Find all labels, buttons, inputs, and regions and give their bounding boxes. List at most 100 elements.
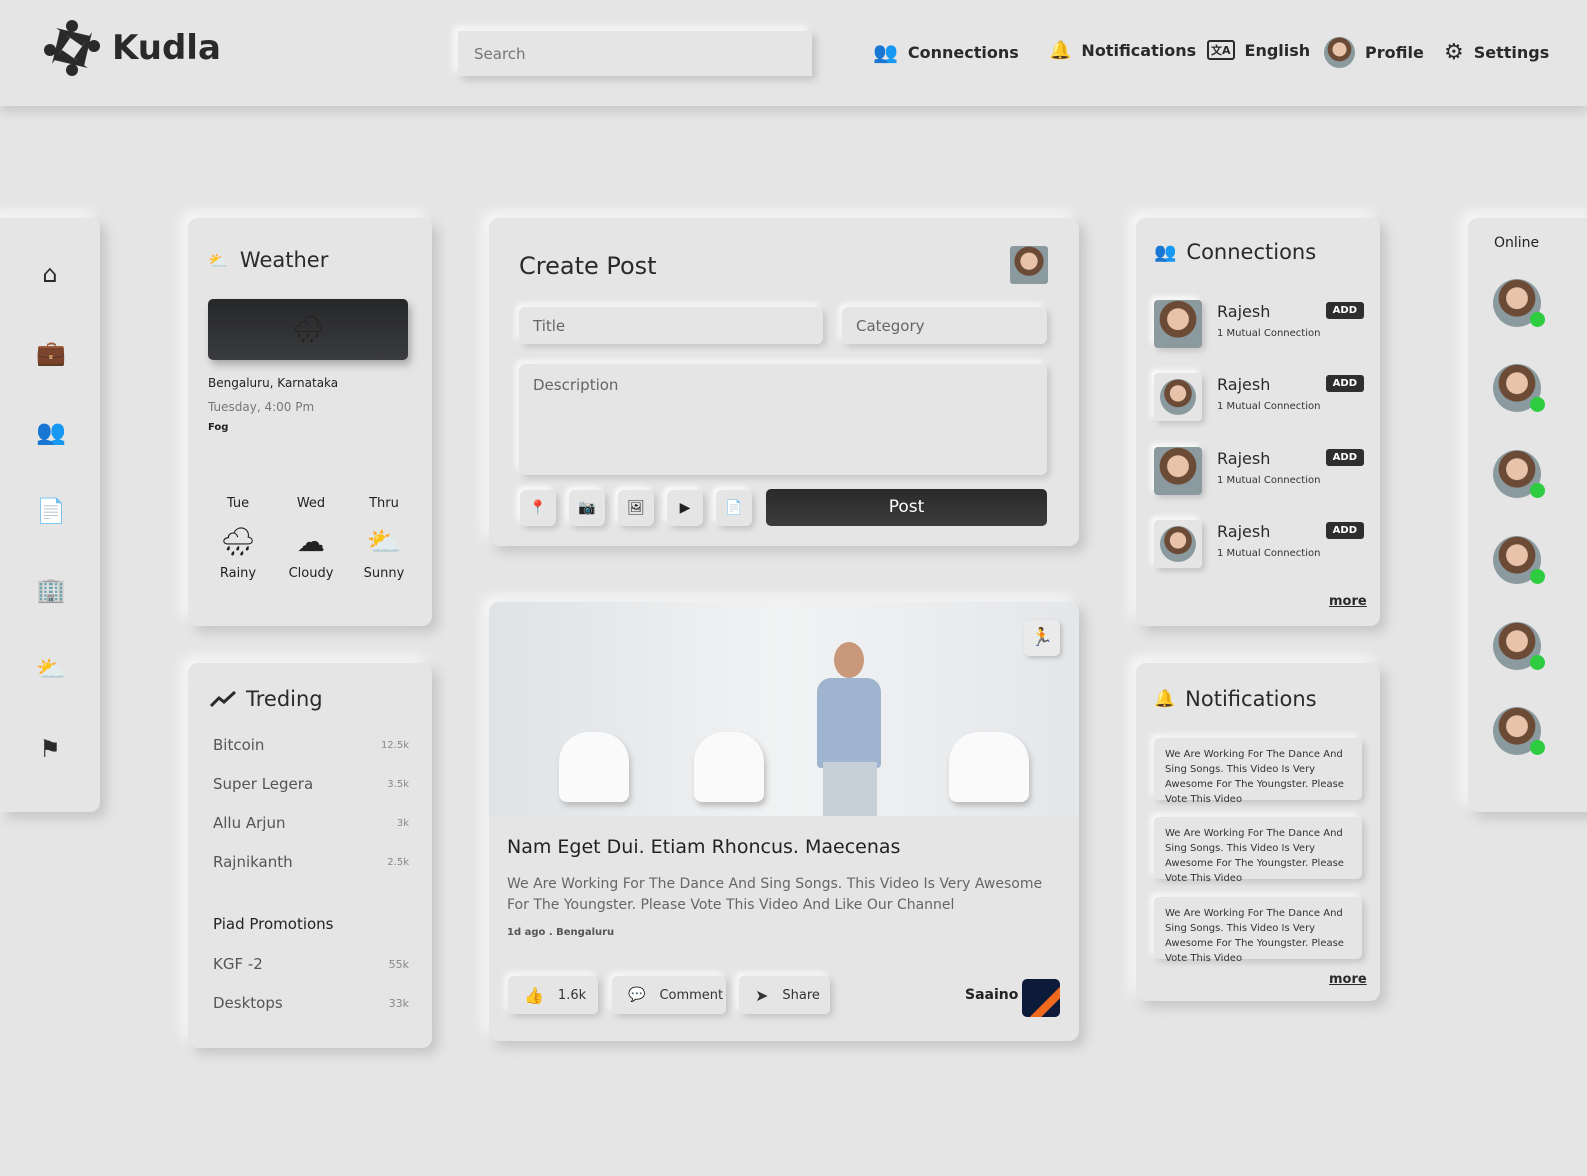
nav-connections[interactable]: 👥 Connections [873,40,1019,64]
connection-name[interactable]: Rajesh [1217,449,1270,468]
trending-item[interactable]: Bitcoin 12.5k [213,736,409,754]
mutual-count: 1 Mutual Connection [1217,548,1321,559]
documents-icon[interactable]: 📄 [36,497,66,525]
category-input[interactable]: Category [842,307,1047,344]
nav-label: Connections [907,42,1019,62]
day-label: Tue [226,496,250,511]
building-icon[interactable]: 🏢 [36,576,66,604]
item-name: Allu Arjun [213,814,286,832]
kudla-logo-icon [44,20,100,76]
chair-shape [694,732,764,802]
day-label: Wed [296,496,326,511]
item-count: 3k [396,817,409,829]
post-meta: 1d ago . Bengaluru [507,927,615,938]
brand-logo[interactable]: Kudla [42,18,221,78]
bell-icon: 🔔 [1049,40,1072,61]
connections-more-link[interactable]: more [1329,594,1367,609]
online-title: Online [1494,235,1540,251]
item-name: Super Legera [213,775,314,793]
comment-button[interactable]: 💬 Comment [612,976,726,1014]
connection-item: Rajesh 1 Mutual Connection ADD [1154,520,1364,580]
activity-icon[interactable]: 🏃 [1024,620,1060,656]
post-body: We Are Working For The Dance And Sing So… [507,876,1043,913]
online-user[interactable] [1493,707,1545,755]
add-button[interactable]: ADD [1325,449,1364,466]
translate-icon: 文A [1207,40,1235,60]
forecast-label: Cloudy [288,566,334,581]
brand-name: Kudla [112,28,221,68]
notification-item[interactable]: We Are Working For The Dance And Sing So… [1154,817,1362,884]
notification-item[interactable]: We Are Working For The Dance And Sing So… [1154,897,1362,964]
users-icon: 👥 [873,40,898,64]
rain-cloud-icon: 🌧 [291,314,325,345]
location-icon[interactable]: 📍 [520,490,556,526]
connection-name[interactable]: Rajesh [1217,375,1270,394]
camera-icon[interactable]: 📷 [569,490,605,526]
share-button[interactable]: ➤ Share [739,976,830,1014]
nav-settings[interactable]: ⚙ Settings [1444,40,1549,65]
weather-location: Bengaluru, Karnataka [208,376,339,390]
nav-label: Profile [1365,43,1424,62]
promotion-item[interactable]: KGF -2 55k [213,955,409,973]
connection-item: Rajesh 1 Mutual Connection ADD [1154,447,1364,507]
nav-language[interactable]: 文A English [1207,40,1310,60]
users-icon[interactable]: 👥 [36,418,66,446]
gear-icon: ⚙ [1444,40,1464,65]
online-user[interactable] [1493,279,1545,327]
weather-icon[interactable]: ⛅ [36,655,66,683]
like-button[interactable]: 👍 1.6k [508,976,598,1014]
add-button[interactable]: ADD [1325,302,1364,319]
trending-item[interactable]: Rajnikanth 2.5k [213,853,409,871]
nav-profile[interactable]: Profile [1324,37,1424,68]
trending-item[interactable]: Allu Arjun 3k [213,814,409,832]
item-name: Bitcoin [213,736,265,754]
item-name: Rajnikanth [213,853,293,871]
online-user[interactable] [1493,364,1545,412]
thumbs-up-icon: 👍 [524,985,544,1005]
post-image[interactable]: 🏃 [489,602,1079,816]
weather-title: Weather [239,248,329,272]
item-count: 3.5k [387,778,409,790]
connection-avatar[interactable] [1154,447,1202,495]
forecast-label: Rainy [219,566,257,581]
briefcase-icon[interactable]: 💼 [36,339,66,367]
trending-up-icon [210,690,236,708]
title-input[interactable]: Title [519,307,823,344]
user-avatar [1010,246,1048,284]
channel-logo[interactable] [1022,979,1060,1017]
nav-notifications[interactable]: 🔔 Notifications [1049,40,1196,61]
search-input[interactable] [458,31,812,76]
top-header: Kudla 👥 Connections 🔔 Notifications 文A Engl… [0,0,1587,106]
video-icon[interactable]: ▶ [667,490,703,526]
connection-avatar[interactable] [1154,373,1202,421]
online-user[interactable] [1493,622,1545,670]
post-button[interactable]: Post [766,489,1047,526]
notification-item[interactable]: We Are Working For The Dance And Sing So… [1154,738,1362,805]
online-status-dot [1530,655,1545,670]
online-status-dot [1530,740,1545,755]
image-icon[interactable]: 🖼 [618,490,654,526]
connection-avatar[interactable] [1154,300,1202,348]
add-button[interactable]: ADD [1325,522,1364,539]
weather-datetime: Tuesday, 4:00 Pm [208,400,315,414]
post-author: Saaino [965,987,1019,1003]
connection-avatar[interactable] [1154,520,1202,568]
comment-icon: 💬 [628,987,646,1003]
online-status-dot [1530,397,1545,412]
online-user[interactable] [1493,536,1545,584]
trending-item[interactable]: Super Legera 3.5k [213,775,409,793]
left-sidebar: ⌂ 💼 👥 📄 🏢 ⛅ ⚑ [0,218,100,812]
document-icon[interactable]: 📄 [716,490,752,526]
create-post-title: Create Post [519,252,657,280]
home-icon[interactable]: ⌂ [36,260,64,288]
connection-name[interactable]: Rajesh [1217,302,1270,321]
forecast-day: Tue 🌧 Rainy [206,496,270,581]
promotion-item[interactable]: Desktops 33k [213,994,409,1012]
flag-icon[interactable]: ⚑ [36,735,64,763]
add-button[interactable]: ADD [1325,375,1364,392]
online-user[interactable] [1493,450,1545,498]
connection-name[interactable]: Rajesh [1217,522,1270,541]
current-weather-panel: 🌧 [208,299,408,360]
notifications-more-link[interactable]: more [1329,972,1367,987]
description-input[interactable]: Description [519,364,1047,475]
